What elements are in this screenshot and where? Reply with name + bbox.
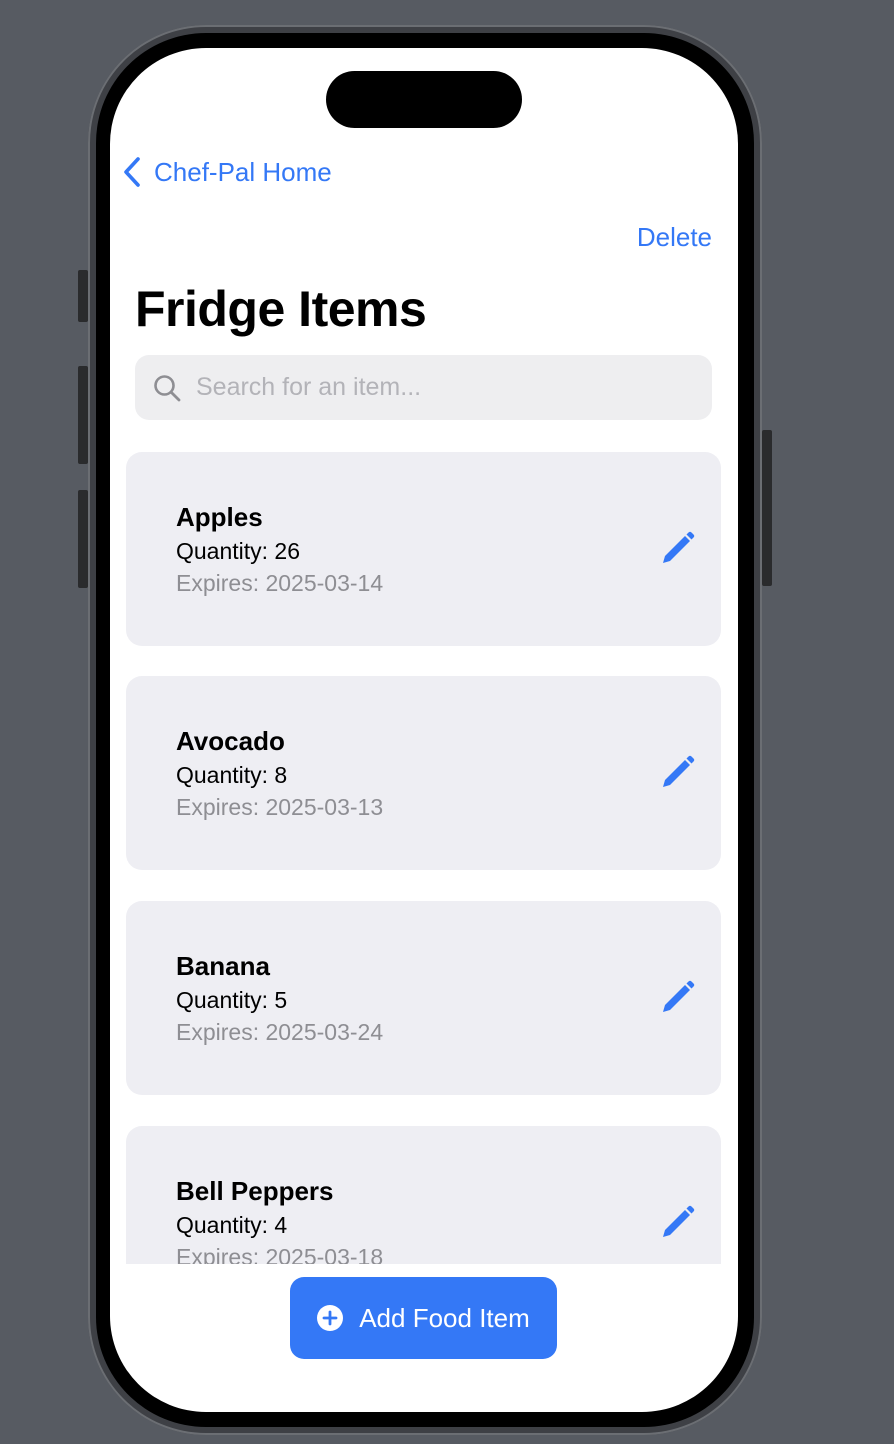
- volume-down-button: [78, 490, 88, 588]
- item-name: Banana: [176, 951, 270, 981]
- edit-button[interactable]: [657, 753, 697, 793]
- edit-button[interactable]: [657, 1203, 697, 1243]
- item-expiration: Expires: 2025-03-14: [176, 570, 384, 596]
- phone-screen: Chef-Pal Home Delete Fridge Items Apples…: [110, 48, 738, 1412]
- item-expiration: Expires: 2025-03-13: [176, 794, 384, 820]
- volume-up-button: [78, 366, 88, 464]
- edit-button[interactable]: [657, 978, 697, 1018]
- power-button: [762, 430, 772, 586]
- page-title: Fridge Items: [135, 281, 427, 337]
- list-item[interactable]: Apples Quantity: 26 Expires: 2025-03-14: [126, 452, 721, 646]
- add-food-item-button[interactable]: Add Food Item: [290, 1277, 557, 1359]
- list-item[interactable]: Bell Peppers Quantity: 4 Expires: 2025-0…: [126, 1126, 721, 1264]
- item-expiration: Expires: 2025-03-18: [176, 1244, 384, 1264]
- pencil-icon: [657, 755, 697, 797]
- item-name: Bell Peppers: [176, 1176, 334, 1206]
- search-icon: [152, 373, 182, 403]
- pencil-icon: [657, 531, 697, 573]
- delete-button[interactable]: Delete: [637, 222, 712, 253]
- action-button: [78, 270, 88, 322]
- search-bar[interactable]: [135, 355, 712, 420]
- search-input[interactable]: [194, 372, 678, 403]
- chevron-left-icon: [122, 156, 142, 188]
- item-quantity: Quantity: 5: [176, 987, 288, 1013]
- dynamic-island: [326, 71, 522, 128]
- item-expiration: Expires: 2025-03-24: [176, 1019, 384, 1045]
- item-name: Apples: [176, 502, 263, 532]
- item-quantity: Quantity: 26: [176, 538, 301, 564]
- pencil-icon: [657, 980, 697, 1022]
- back-button-label: Chef-Pal Home: [154, 156, 332, 187]
- plus-circle-icon: [317, 1305, 344, 1331]
- add-food-item-label: Add Food Item: [359, 1302, 530, 1333]
- back-button[interactable]: Chef-Pal Home: [122, 152, 332, 192]
- pencil-icon: [657, 1205, 697, 1247]
- fridge-item-list[interactable]: Apples Quantity: 26 Expires: 2025-03-14 …: [110, 438, 738, 1264]
- edit-button[interactable]: [657, 529, 697, 569]
- list-item[interactable]: Banana Quantity: 5 Expires: 2025-03-24: [126, 901, 721, 1095]
- item-quantity: Quantity: 8: [176, 762, 288, 788]
- item-name: Avocado: [176, 726, 285, 756]
- list-item[interactable]: Avocado Quantity: 8 Expires: 2025-03-13: [126, 676, 721, 870]
- item-quantity: Quantity: 4: [176, 1212, 288, 1238]
